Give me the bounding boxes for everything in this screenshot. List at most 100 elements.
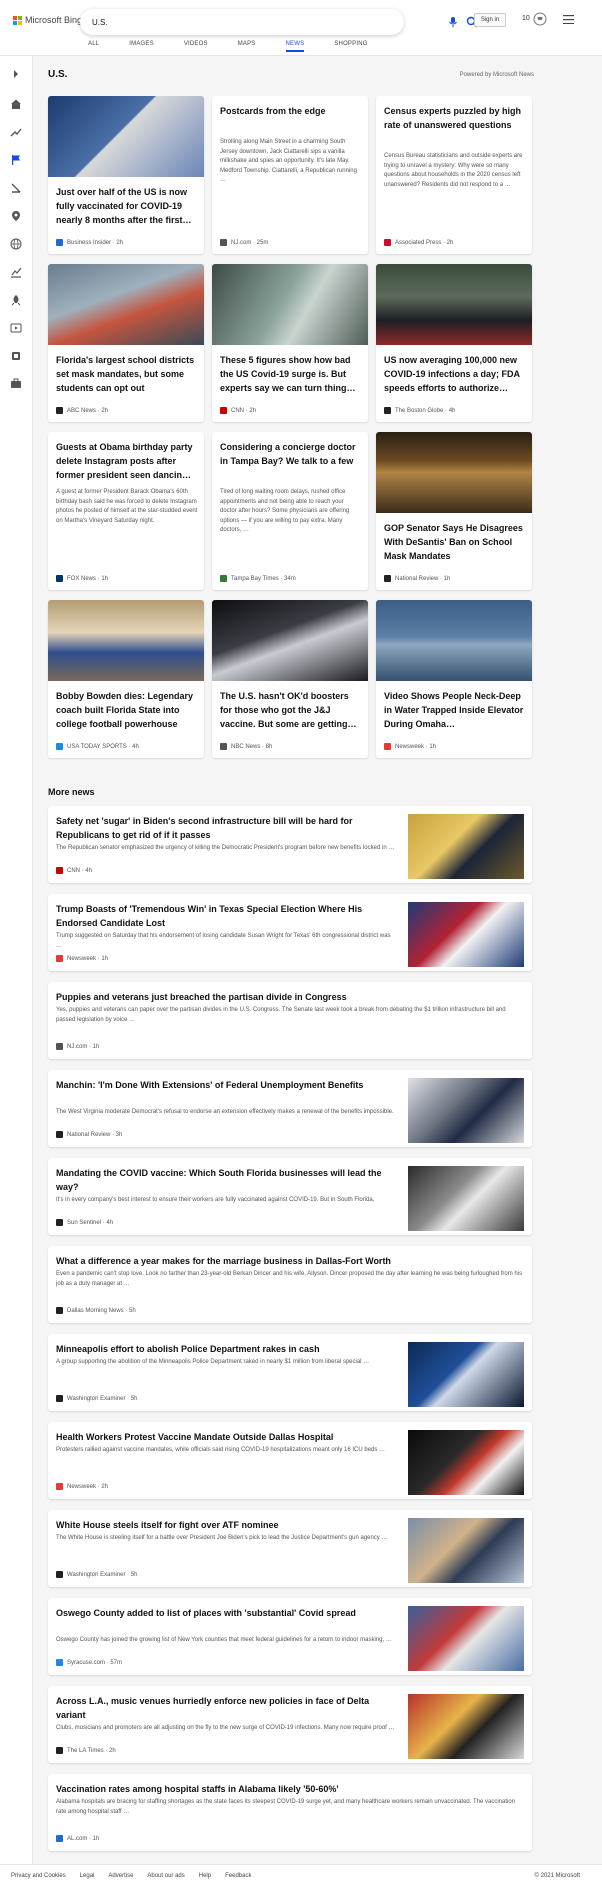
business-chart-icon[interactable]: [10, 266, 22, 278]
news-card-title[interactable]: Postcards from the edge: [220, 104, 362, 118]
news-card-title[interactable]: The U.S. hasn't OK'd boosters for those …: [220, 689, 362, 731]
tab-images[interactable]: IMAGES: [129, 41, 154, 52]
more-news-image[interactable]: [408, 1342, 524, 1407]
more-news-item[interactable]: Vaccination rates among hospital staffs …: [48, 1774, 532, 1851]
more-news-image[interactable]: [408, 814, 524, 879]
tab-all[interactable]: ALL: [88, 41, 99, 52]
entertainment-icon[interactable]: [10, 322, 22, 334]
search-input[interactable]: [92, 13, 332, 31]
news-card-source[interactable]: NJ.com · 25m: [220, 239, 268, 246]
expand-chevron-icon[interactable]: [10, 68, 22, 80]
news-card-image[interactable]: [212, 264, 368, 345]
news-card[interactable]: Census experts puzzled by high rate of u…: [376, 96, 532, 254]
more-news-image[interactable]: [408, 1078, 524, 1143]
politics-icon[interactable]: [10, 182, 22, 194]
news-card-title[interactable]: These 5 figures show how bad the US Covi…: [220, 353, 362, 395]
footer-link-advertise[interactable]: Advertise: [108, 1873, 133, 1879]
bing-logo[interactable]: Microsoft Bing: [13, 15, 82, 25]
news-card[interactable]: Just over half of the US is now fully va…: [48, 96, 204, 254]
more-news-title[interactable]: White House steels itself for fight over…: [56, 1518, 396, 1532]
more-news-image[interactable]: [408, 1166, 524, 1231]
more-news-item[interactable]: Minneapolis effort to abolish Police Dep…: [48, 1334, 532, 1411]
footer-link-about-ads[interactable]: About our ads: [147, 1873, 184, 1879]
tab-videos[interactable]: VIDEOS: [184, 41, 208, 52]
more-news-title[interactable]: Oswego County added to list of places wi…: [56, 1606, 396, 1620]
news-card-title[interactable]: Florida's largest school districts set m…: [56, 353, 198, 395]
news-card[interactable]: Bobby Bowden dies: Legendary coach built…: [48, 600, 204, 758]
news-card-source[interactable]: Business Insider · 2h: [56, 239, 123, 246]
news-card-source[interactable]: ABC News · 2h: [56, 407, 108, 414]
news-card-image[interactable]: [48, 96, 204, 177]
news-card-title[interactable]: Video Shows People Neck-Deep in Water Tr…: [384, 689, 526, 731]
hamburger-menu-icon[interactable]: [563, 15, 574, 24]
microphone-icon[interactable]: [447, 16, 459, 28]
footer-link-legal[interactable]: Legal: [80, 1873, 95, 1879]
more-news-source[interactable]: CNN · 4h: [56, 867, 92, 874]
news-card-source[interactable]: Newsweek · 1h: [384, 743, 436, 750]
more-news-title[interactable]: Across L.A., music venues hurriedly enfo…: [56, 1694, 396, 1722]
more-news-title[interactable]: Safety net 'sugar' in Biden's second inf…: [56, 814, 396, 842]
news-card[interactable]: Florida's largest school districts set m…: [48, 264, 204, 422]
rewards-points[interactable]: 10: [522, 15, 530, 22]
home-icon[interactable]: [10, 98, 22, 110]
news-card-title[interactable]: Considering a concierge doctor in Tampa …: [220, 440, 362, 468]
news-card-source[interactable]: National Review · 1h: [384, 575, 450, 582]
more-news-item[interactable]: Trump Boasts of 'Tremendous Win' in Texa…: [48, 894, 532, 971]
tab-shopping[interactable]: SHOPPING: [334, 41, 367, 52]
news-card[interactable]: GOP Senator Says He Disagrees With DeSan…: [376, 432, 532, 590]
more-news-image[interactable]: [408, 1694, 524, 1759]
news-card-image[interactable]: [212, 600, 368, 681]
footer-link-help[interactable]: Help: [199, 1873, 211, 1879]
news-card-image[interactable]: [48, 600, 204, 681]
news-card-source[interactable]: The Boston Globe · 4h: [384, 407, 455, 414]
news-card[interactable]: US now averaging 100,000 new COVID-19 in…: [376, 264, 532, 422]
tab-news[interactable]: NEWS: [285, 41, 305, 52]
rocket-icon[interactable]: [10, 294, 22, 306]
news-card-image[interactable]: [376, 432, 532, 513]
us-flag-icon[interactable]: [10, 154, 22, 166]
footer-link-feedback[interactable]: Feedback: [225, 1873, 251, 1879]
more-news-source[interactable]: Sun Sentinel · 4h: [56, 1219, 113, 1226]
more-news-item[interactable]: Puppies and veterans just breached the p…: [48, 982, 532, 1059]
news-card[interactable]: Guests at Obama birthday party delete In…: [48, 432, 204, 590]
trending-icon[interactable]: [10, 126, 22, 138]
more-news-item[interactable]: Safety net 'sugar' in Biden's second inf…: [48, 806, 532, 883]
news-card-title[interactable]: GOP Senator Says He Disagrees With DeSan…: [384, 521, 526, 563]
globe-icon[interactable]: [10, 238, 22, 250]
more-news-item[interactable]: Health Workers Protest Vaccine Mandate O…: [48, 1422, 532, 1499]
more-news-image[interactable]: [408, 1430, 524, 1495]
news-card-title[interactable]: Bobby Bowden dies: Legendary coach built…: [56, 689, 198, 731]
health-icon[interactable]: [10, 378, 22, 390]
more-news-item[interactable]: What a difference a year makes for the m…: [48, 1246, 532, 1323]
news-card[interactable]: Postcards from the edge Strolling along M…: [212, 96, 368, 254]
more-news-source[interactable]: Newsweek · 1h: [56, 955, 108, 962]
more-news-source[interactable]: The LA Times · 2h: [56, 1747, 116, 1754]
more-news-source[interactable]: Washington Examiner · 5h: [56, 1395, 137, 1402]
more-news-item[interactable]: White House steels itself for fight over…: [48, 1510, 532, 1587]
news-card-source[interactable]: Tampa Bay Times · 34m: [220, 575, 296, 582]
more-news-title[interactable]: Minneapolis effort to abolish Police Dep…: [56, 1342, 396, 1356]
more-news-source[interactable]: Dallas Morning News · 5h: [56, 1307, 136, 1314]
news-card-image[interactable]: [376, 264, 532, 345]
news-card-source[interactable]: CNN · 2h: [220, 407, 256, 414]
news-card-source[interactable]: NBC News · 8h: [220, 743, 272, 750]
news-card[interactable]: Considering a concierge doctor in Tampa …: [212, 432, 368, 590]
more-news-item[interactable]: Manchin: 'I'm Done With Extensions' of F…: [48, 1070, 532, 1147]
more-news-image[interactable]: [408, 1518, 524, 1583]
more-news-title[interactable]: Mandating the COVID vaccine: Which South…: [56, 1166, 396, 1194]
news-card[interactable]: These 5 figures show how bad the US Covi…: [212, 264, 368, 422]
tab-maps[interactable]: MAPS: [238, 41, 256, 52]
rewards-icon[interactable]: [533, 12, 547, 26]
more-news-title[interactable]: Vaccination rates among hospital staffs …: [56, 1782, 524, 1796]
more-news-item[interactable]: Across L.A., music venues hurriedly enfo…: [48, 1686, 532, 1763]
more-news-source[interactable]: Newsweek · 2h: [56, 1483, 108, 1490]
more-news-item[interactable]: Mandating the COVID vaccine: Which South…: [48, 1158, 532, 1235]
news-card-source[interactable]: USA TODAY SPORTS · 4h: [56, 743, 139, 750]
more-news-source[interactable]: National Review · 3h: [56, 1131, 122, 1138]
news-card-title[interactable]: Guests at Obama birthday party delete In…: [56, 440, 198, 482]
news-card-source[interactable]: FOX News · 1h: [56, 575, 108, 582]
news-card-image[interactable]: [376, 600, 532, 681]
more-news-title[interactable]: Trump Boasts of 'Tremendous Win' in Texa…: [56, 902, 396, 930]
more-news-title[interactable]: Puppies and veterans just breached the p…: [56, 990, 524, 1004]
more-news-source[interactable]: NJ.com · 1h: [56, 1043, 99, 1050]
